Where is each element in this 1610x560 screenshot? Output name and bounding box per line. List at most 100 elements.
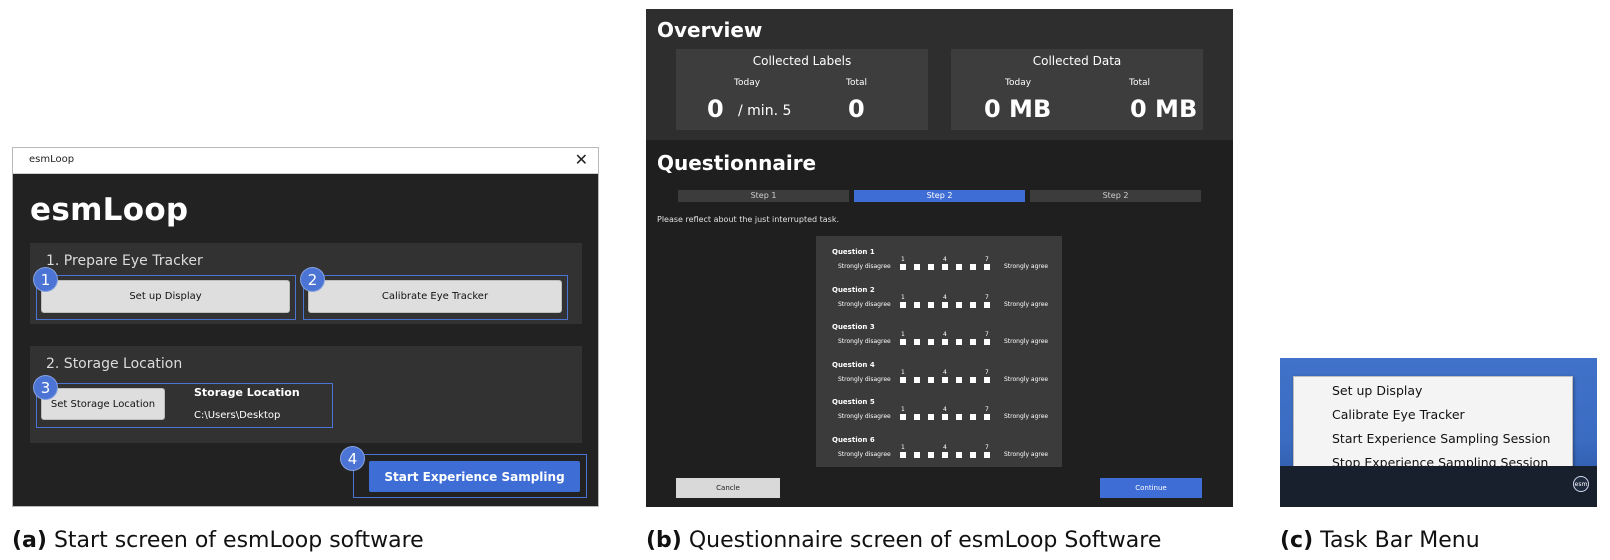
caption-b: (b) Questionnaire screen of esmLoop Soft… bbox=[646, 528, 1161, 553]
likert-option-1[interactable] bbox=[900, 451, 906, 458]
card-title: Collected Labels bbox=[752, 54, 852, 68]
esmloop-tray-icon[interactable]: esm bbox=[1573, 476, 1589, 492]
likert-option-6[interactable] bbox=[970, 301, 976, 308]
likert-question-5: Question 5 Strongly disagree 1 4 7 Strongly a… bbox=[816, 398, 1062, 434]
likert-option-4[interactable] bbox=[942, 414, 948, 420]
step-badge-4: 4 bbox=[340, 446, 365, 471]
question-title: Question 4 bbox=[832, 360, 875, 369]
question-title: Question 3 bbox=[832, 323, 875, 331]
today-label: Today bbox=[734, 78, 761, 88]
scale-number-middle: 4 bbox=[943, 368, 947, 376]
scale-left-label: Strongly disagree bbox=[838, 450, 891, 458]
step-badge-2: 2 bbox=[300, 267, 325, 292]
question-title: Question 1 bbox=[832, 248, 875, 256]
data-total-value: 0 MB bbox=[1130, 95, 1198, 123]
likert-option-7[interactable] bbox=[984, 414, 990, 420]
scale-number-last: 7 bbox=[985, 331, 989, 338]
calibrate-eye-tracker-button[interactable]: Calibrate Eye Tracker bbox=[308, 280, 562, 313]
likert-option-1[interactable] bbox=[900, 339, 906, 345]
scale-number-first: 1 bbox=[901, 293, 905, 301]
scale-number-middle: 4 bbox=[943, 406, 947, 413]
scale-right-label: Strongly agree bbox=[1004, 300, 1049, 308]
likert-option-7[interactable] bbox=[984, 376, 990, 383]
likert-option-2[interactable] bbox=[914, 451, 920, 458]
scale-left-label: Strongly disagree bbox=[838, 300, 891, 308]
likert-option-2[interactable] bbox=[914, 301, 920, 308]
likert-option-1[interactable] bbox=[900, 264, 906, 270]
menu-item-calibrate-eye-tracker[interactable]: Calibrate Eye Tracker bbox=[1332, 407, 1465, 422]
likert-option-6[interactable] bbox=[970, 339, 976, 345]
total-label: Total bbox=[1129, 78, 1151, 88]
taskbar-menu-screenshot: Set up Display Calibrate Eye Tracker Sta… bbox=[1280, 358, 1597, 507]
collected-data-card: Collected Data Today Total 0 MB 0 MB bbox=[951, 49, 1203, 130]
storage-location-label: Storage Location bbox=[194, 386, 300, 399]
scale-right-label: Strongly agree bbox=[1004, 413, 1049, 420]
setup-display-button[interactable]: Set up Display bbox=[41, 280, 290, 313]
likert-option-5[interactable] bbox=[956, 414, 962, 420]
questionnaire-window: Overview Collected Labels Today Total 0 … bbox=[646, 9, 1233, 507]
likert-option-4[interactable] bbox=[942, 264, 948, 270]
app-title: esmLoop bbox=[30, 192, 189, 228]
cancel-button[interactable]: Cancle bbox=[676, 478, 780, 498]
likert-option-3[interactable] bbox=[928, 451, 934, 458]
likert-option-7[interactable] bbox=[984, 264, 990, 270]
likert-option-5[interactable] bbox=[956, 301, 962, 308]
storage-path: C:\Users\Desktop bbox=[194, 410, 281, 421]
likert-option-5[interactable] bbox=[956, 376, 962, 383]
step-tab-1[interactable]: Step 1 bbox=[678, 190, 849, 202]
likert-option-7[interactable] bbox=[984, 339, 990, 345]
likert-option-6[interactable] bbox=[970, 376, 976, 383]
tray-context-menu: Set up Display Calibrate Eye Tracker Sta… bbox=[1293, 376, 1573, 477]
likert-option-3[interactable] bbox=[928, 414, 934, 420]
caption-text: Task Bar Menu bbox=[1320, 528, 1480, 553]
likert-option-3[interactable] bbox=[928, 301, 934, 308]
likert-option-3[interactable] bbox=[928, 264, 934, 270]
likert-option-2[interactable] bbox=[914, 339, 920, 345]
likert-option-1[interactable] bbox=[900, 376, 906, 383]
likert-option-4[interactable] bbox=[942, 376, 948, 383]
likert-option-5[interactable] bbox=[956, 339, 962, 345]
close-icon[interactable]: ✕ bbox=[575, 150, 588, 170]
scale-number-middle: 4 bbox=[943, 256, 947, 263]
likert-option-5[interactable] bbox=[956, 451, 962, 458]
data-today-value: 0 MB bbox=[984, 95, 1052, 123]
likert-option-2[interactable] bbox=[914, 414, 920, 420]
likert-option-4[interactable] bbox=[942, 451, 948, 458]
set-storage-location-button[interactable]: Set Storage Location bbox=[41, 388, 165, 420]
scale-right-label: Strongly agree bbox=[1004, 375, 1049, 383]
likert-option-2[interactable] bbox=[914, 376, 920, 383]
likert-option-1[interactable] bbox=[900, 301, 906, 308]
likert-option-3[interactable] bbox=[928, 339, 934, 345]
likert-option-2[interactable] bbox=[914, 264, 920, 270]
section-title-storage: 2. Storage Location bbox=[46, 356, 183, 372]
window-titlebar: esmLoop ✕ bbox=[13, 148, 598, 174]
menu-item-start-session[interactable]: Start Experience Sampling Session bbox=[1332, 431, 1550, 446]
likert-option-4[interactable] bbox=[942, 301, 948, 308]
likert-option-6[interactable] bbox=[970, 414, 976, 420]
likert-option-7[interactable] bbox=[984, 451, 990, 458]
likert-question-1: Question 1 Strongly disagree 1 4 7 Strongly a… bbox=[816, 248, 1062, 284]
scale-right-label: Strongly agree bbox=[1004, 338, 1049, 345]
likert-option-1[interactable] bbox=[900, 414, 906, 420]
likert-option-3[interactable] bbox=[928, 376, 934, 383]
likert-option-6[interactable] bbox=[970, 451, 976, 458]
scale-number-middle: 4 bbox=[943, 331, 947, 338]
likert-option-5[interactable] bbox=[956, 264, 962, 270]
scale-number-first: 1 bbox=[901, 406, 905, 413]
continue-button[interactable]: Continue bbox=[1100, 478, 1202, 498]
likert-option-6[interactable] bbox=[970, 264, 976, 270]
step-tab-3[interactable]: Step 2 bbox=[1030, 190, 1201, 202]
step-tab-2[interactable]: Step 2 bbox=[854, 190, 1025, 202]
scale-left-label: Strongly disagree bbox=[838, 375, 891, 383]
today-label: Today bbox=[1005, 78, 1032, 88]
likert-option-4[interactable] bbox=[942, 339, 948, 345]
overview-title: Overview bbox=[657, 18, 763, 42]
scale-number-first: 1 bbox=[901, 443, 905, 451]
likert-question-6: Question 6 Strongly disagree 1 4 7 Strongly a… bbox=[816, 436, 1062, 472]
caption-a: (a) Start screen of esmLoop software bbox=[12, 528, 424, 553]
caption-text: Questionnaire screen of esmLoop Software bbox=[688, 528, 1162, 553]
start-experience-sampling-button[interactable]: Start Experience Sampling bbox=[369, 461, 580, 492]
likert-option-7[interactable] bbox=[984, 301, 990, 308]
menu-item-set-up-display[interactable]: Set up Display bbox=[1332, 383, 1422, 398]
scale-number-middle: 4 bbox=[943, 443, 947, 451]
